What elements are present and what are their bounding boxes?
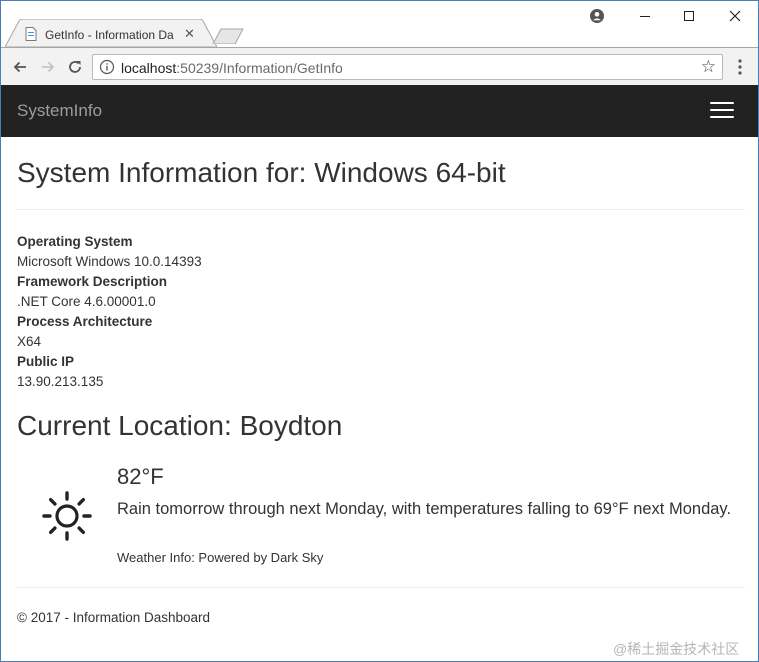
info-label: Framework Description <box>17 274 168 289</box>
weather-summary: Rain tomorrow through next Monday, with … <box>117 500 732 518</box>
reload-button[interactable] <box>64 56 86 78</box>
hamburger-menu-icon[interactable] <box>707 102 737 122</box>
browser-window: GetInfo - Information Da ✕ localhost:502… <box>0 0 759 662</box>
info-value: 13.90.213.135 <box>17 374 104 389</box>
tab-strip: GetInfo - Information Da ✕ <box>1 1 758 47</box>
url-path: :50239/Information/GetInfo <box>176 60 343 76</box>
url-host: localhost <box>121 60 177 76</box>
forward-button[interactable] <box>37 56 59 78</box>
info-icon[interactable] <box>99 59 115 75</box>
footer-divider <box>17 587 745 588</box>
info-value: .NET Core 4.6.00001.0 <box>17 294 156 309</box>
maximize-button[interactable] <box>675 5 703 27</box>
arrow-right-icon <box>42 61 55 73</box>
arrow-left-icon <box>13 61 26 73</box>
profile-icon[interactable] <box>583 5 611 27</box>
temperature: 82°F <box>117 464 164 489</box>
watermark: @稀土掘金技术社区 <box>613 641 740 657</box>
page-title: System Information for: Windows 64-bit <box>17 157 506 188</box>
page-favicon-icon <box>25 27 37 41</box>
bookmark-star-icon[interactable]: ☆ <box>701 58 716 76</box>
brand-link[interactable]: SystemInfo <box>17 101 102 121</box>
system-info-list: Operating System Microsoft Windows 10.0.… <box>17 232 745 392</box>
back-button[interactable] <box>9 56 31 78</box>
weather-attribution: Weather Info: Powered by Dark Sky <box>117 550 324 565</box>
close-window-button[interactable] <box>721 5 749 27</box>
browser-toolbar: localhost:50239/Information/GetInfo ☆ <box>1 47 758 85</box>
weather-panel: 82°F Rain tomorrow through next Monday, … <box>17 460 745 570</box>
footer-text: © 2017 - Information Dashboard <box>17 610 211 625</box>
tab-close-icon[interactable]: ✕ <box>184 27 195 41</box>
url-text: localhost:50239/Information/GetInfo <box>121 60 343 76</box>
minimize-button[interactable] <box>631 5 659 27</box>
info-value: X64 <box>17 334 42 349</box>
sun-icon <box>42 491 92 541</box>
app-navbar: SystemInfo <box>1 85 758 137</box>
browser-menu-icon[interactable] <box>733 58 747 76</box>
tab-title: GetInfo - Information Da <box>45 28 174 42</box>
reload-icon <box>69 61 81 73</box>
new-tab-button[interactable] <box>211 28 245 44</box>
location-heading: Current Location: Boydton <box>17 410 343 441</box>
info-label: Process Architecture <box>17 314 153 329</box>
info-value: Microsoft Windows 10.0.14393 <box>17 254 202 269</box>
info-label: Operating System <box>17 234 133 249</box>
address-bar[interactable]: localhost:50239/Information/GetInfo ☆ <box>92 54 723 80</box>
divider <box>17 209 745 210</box>
main-content: System Information for: Windows 64-bit O… <box>17 137 745 570</box>
info-label: Public IP <box>17 354 75 369</box>
